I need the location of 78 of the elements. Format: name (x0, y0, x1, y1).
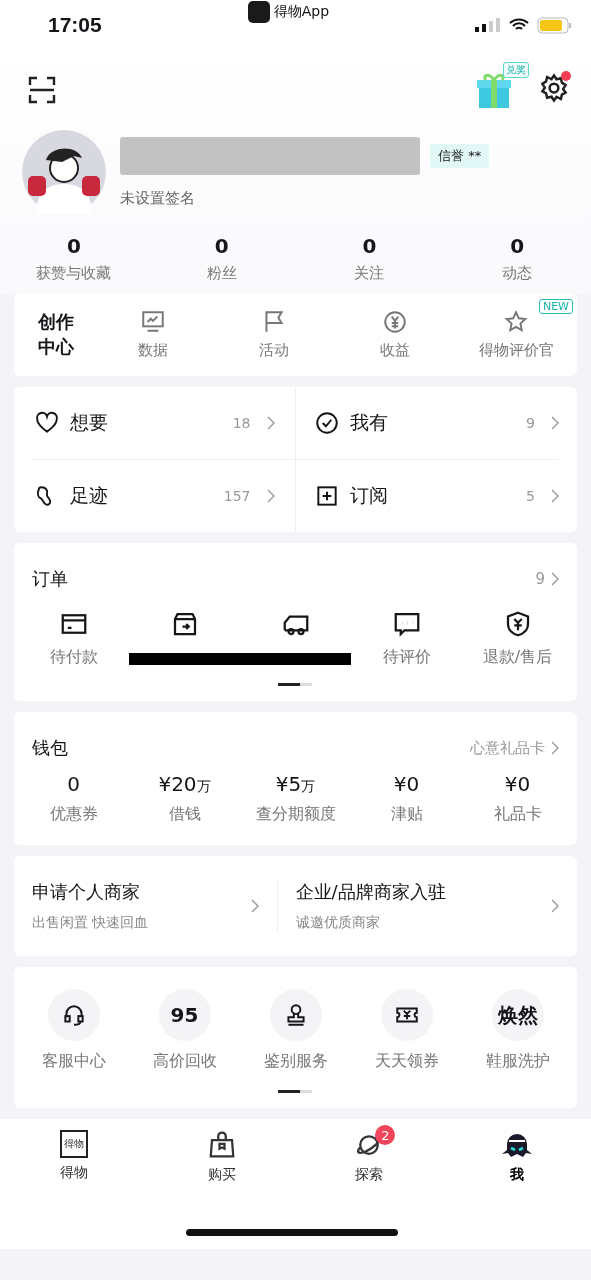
chevron-icon (266, 416, 275, 430)
service-label[interactable]: 高价回收 (152, 1051, 217, 1072)
chart-icon (139, 309, 166, 335)
service-label[interactable]: 天天领券 (374, 1051, 439, 1072)
collection-label[interactable]: 订阅 (349, 483, 517, 509)
wallet-value[interactable]: ¥20万 (158, 772, 211, 796)
order-status[interactable]: 待评价 (382, 647, 431, 668)
wallet-value[interactable]: ¥0 (504, 772, 531, 796)
section-title: 钱包 (32, 736, 68, 760)
page-indicator (277, 683, 314, 687)
creator-item[interactable]: 数据 (137, 341, 168, 360)
wifi-icon (509, 18, 529, 32)
signal-icon (475, 18, 501, 32)
collection-label[interactable]: 足迹 (70, 483, 214, 509)
service-label[interactable]: 客服中心 (41, 1051, 106, 1072)
stat-label[interactable]: 关注 (354, 264, 385, 283)
chevron-icon (551, 489, 559, 503)
page-indicator (277, 1090, 314, 1094)
creator-center-title[interactable]: 创作 (38, 310, 74, 335)
avatar[interactable] (22, 130, 106, 214)
section-title: 订单 (32, 567, 68, 591)
merchant-title[interactable]: 企业/品牌商家入驻 (295, 880, 551, 904)
battery-icon (537, 16, 573, 34)
merchant-title[interactable]: 申请个人商家 (32, 880, 251, 904)
app-logo-icon (247, 1, 270, 23)
yen-coin-icon (382, 309, 409, 335)
chevron-icon (551, 741, 559, 755)
collection-label[interactable]: 想要 (70, 410, 223, 436)
stat-value[interactable]: 0 (510, 234, 525, 258)
merchant-subtitle: 诚邀优质商家 (295, 914, 381, 932)
collection-count: 5 (526, 488, 535, 504)
scan-icon[interactable] (28, 76, 56, 104)
collection-count: 9 (526, 415, 535, 431)
stat-label[interactable]: 动态 (502, 264, 533, 283)
chevron-icon (250, 899, 259, 913)
merchant-subtitle: 出售闲置 快速回血 (32, 914, 150, 932)
wallet-label[interactable]: 优惠券 (49, 804, 98, 825)
tab-item[interactable]: 得物 得物 (0, 1129, 148, 1185)
wallet-label[interactable]: 借钱 (168, 804, 201, 825)
collection-count: 157 (223, 488, 251, 504)
service-label[interactable]: 鉴别服务 (263, 1051, 328, 1072)
creator-item[interactable]: 得物评价官 (478, 341, 554, 360)
order-status[interactable]: 待付款 (49, 647, 98, 668)
wallet-value[interactable]: ¥5万 (275, 772, 316, 796)
stat-value[interactable]: 0 (214, 234, 229, 258)
stat-value[interactable]: 0 (362, 234, 377, 258)
wallet-label[interactable]: 津贴 (390, 804, 423, 825)
creator-item[interactable]: 收益 (380, 341, 411, 360)
settings-icon[interactable] (539, 73, 569, 103)
credit-badge[interactable]: 信誉 ** (430, 143, 490, 168)
wallet-value[interactable]: 0 (67, 772, 80, 796)
signature-text: 未设置签名 (120, 188, 196, 208)
creator-center-title[interactable]: 中心 (38, 334, 74, 359)
logo-icon: 得物 (59, 1130, 88, 1158)
wallet-value[interactable]: ¥0 (393, 772, 420, 796)
wallet-label[interactable]: 礼品卡 (493, 804, 542, 825)
check-circle-icon (313, 410, 340, 436)
collection-count: 18 (232, 415, 251, 431)
stat-value[interactable]: 0 (66, 234, 81, 258)
star-icon (503, 309, 530, 335)
stat-label[interactable]: 获赞与收藏 (36, 264, 112, 283)
tab-item[interactable]: 我 (443, 1129, 591, 1185)
app-label: 得物App (273, 3, 330, 21)
chevron-icon (551, 416, 559, 430)
chevron-icon (551, 572, 559, 586)
stat-label[interactable]: 粉丝 (206, 264, 237, 283)
gift-badge: 兑奖 (503, 62, 529, 78)
wallet-label[interactable]: 查分期额度 (255, 804, 336, 825)
new-badge: NEW (538, 299, 573, 314)
service-label[interactable]: 鞋服洗护 (485, 1051, 550, 1072)
order-status[interactable]: 退款/售后 (482, 647, 553, 668)
creator-item[interactable]: 活动 (258, 341, 289, 360)
status-time: 17:05 (48, 13, 102, 37)
tab-item[interactable]: 购买 (147, 1129, 296, 1185)
notification-badge: 2 (375, 1125, 396, 1145)
chevron-icon (266, 489, 275, 503)
collection-label[interactable]: 我有 (349, 410, 517, 436)
chevron-icon (551, 899, 559, 913)
